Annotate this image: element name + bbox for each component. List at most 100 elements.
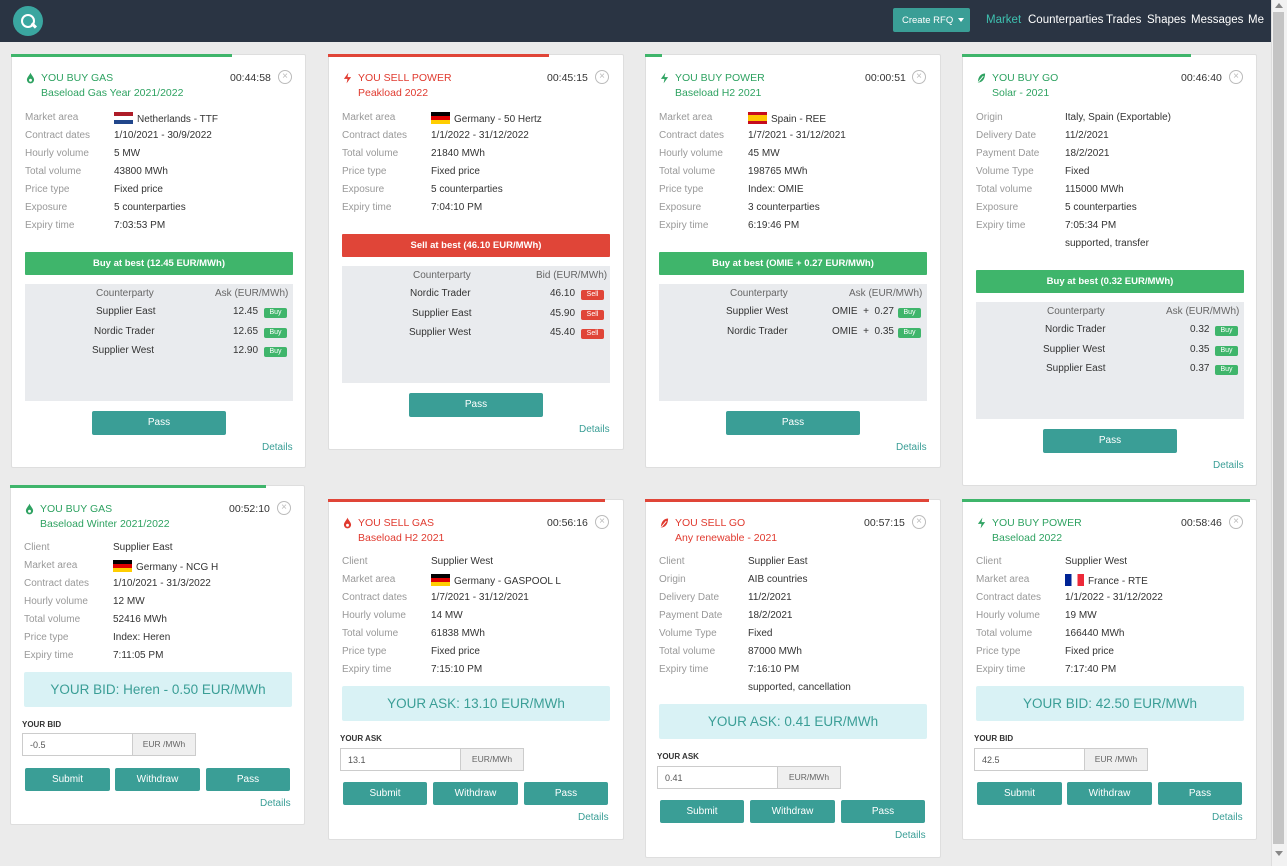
buy-badge-button[interactable]: Buy — [264, 347, 287, 357]
pass-button[interactable]: Pass — [1043, 429, 1177, 453]
buy-badge-button[interactable]: Buy — [264, 308, 287, 318]
close-icon[interactable]: × — [595, 515, 609, 529]
details-link[interactable]: Details — [896, 442, 927, 453]
info-value: 166440 MWh — [1065, 628, 1125, 639]
trade-side: YOU BUY GAS — [41, 72, 114, 84]
bid-input[interactable]: 42.5 — [974, 748, 1085, 771]
close-icon[interactable]: × — [912, 515, 926, 529]
info-value: 12 MW — [113, 596, 145, 607]
sell-badge-button[interactable]: Sell — [581, 310, 604, 320]
quote-price: 12.45 — [233, 306, 259, 317]
buy-at-best-button[interactable]: Buy at best (12.45 EUR/MWh) — [25, 252, 293, 275]
pass-button[interactable]: Pass — [524, 782, 608, 805]
buy-badge-button[interactable]: Buy — [264, 328, 287, 338]
ask-input[interactable]: 0.41 — [657, 766, 778, 789]
submit-button[interactable]: Submit — [25, 768, 110, 791]
info-label: Volume Type — [659, 628, 717, 639]
info-label: Price type — [976, 646, 1021, 657]
counterparty-name: Supplier West — [1043, 344, 1106, 355]
quote-price: 0.37 — [1190, 363, 1210, 374]
sell-badge-button[interactable]: Sell — [581, 290, 604, 300]
nav-counterparties[interactable]: Counterparties — [1028, 14, 1103, 26]
info-value: 1/7/2021 - 31/12/2021 — [431, 592, 529, 603]
info-label: Total volume — [24, 614, 81, 625]
info-value: 115000 MWh — [1065, 184, 1124, 195]
pass-button[interactable]: Pass — [1158, 782, 1242, 805]
info-label: Market area — [25, 112, 79, 123]
buy-badge-button[interactable]: Buy — [898, 308, 921, 318]
buy-badge-button[interactable]: Buy — [898, 328, 921, 338]
details-link[interactable]: Details — [260, 798, 291, 809]
time-progress-bar — [328, 54, 549, 57]
info-label: Total volume — [342, 628, 399, 639]
nav-trades[interactable]: Trades — [1106, 14, 1141, 26]
caret-down-icon — [958, 18, 965, 23]
countdown-timer: 00:57:15 — [864, 517, 905, 529]
close-icon[interactable]: × — [1229, 70, 1243, 84]
submit-button[interactable]: Submit — [977, 782, 1062, 805]
info-value: Spain - REE — [748, 112, 826, 125]
trade-side: YOU SELL GO — [675, 517, 746, 529]
info-value: Supplier East — [748, 556, 808, 567]
nav-market[interactable]: Market — [986, 14, 1021, 26]
column-header: Ask (EUR/MWh) — [849, 288, 923, 299]
info-value: 21840 MWh — [431, 148, 485, 159]
sell-at-best-button[interactable]: Sell at best (46.10 EUR/MWh) — [342, 234, 610, 257]
submit-button[interactable]: Submit — [343, 782, 427, 805]
pass-button[interactable]: Pass — [726, 411, 860, 435]
nav-shapes[interactable]: Shapes — [1147, 14, 1186, 26]
info-value: Supplier West — [431, 556, 494, 567]
bid-input[interactable]: -0.5 — [22, 733, 133, 756]
nav-messages[interactable]: Messages — [1191, 14, 1243, 26]
info-label: Expiry time — [25, 220, 75, 231]
countdown-timer: 00:46:40 — [1181, 72, 1222, 84]
withdraw-button[interactable]: Withdraw — [115, 768, 200, 791]
sell-badge-button[interactable]: Sell — [581, 329, 604, 339]
close-icon[interactable]: × — [1229, 515, 1243, 529]
close-icon[interactable]: × — [277, 501, 291, 515]
submit-button[interactable]: Submit — [660, 800, 744, 823]
close-icon[interactable]: × — [278, 70, 292, 84]
quote-price: 0.35 — [1190, 344, 1210, 355]
pass-button[interactable]: Pass — [409, 393, 543, 417]
ask-input[interactable]: 13.1 — [340, 748, 461, 771]
app-logo-icon[interactable] — [13, 6, 43, 36]
gas-flame-icon — [343, 517, 352, 529]
withdraw-button[interactable]: Withdraw — [1067, 782, 1152, 805]
pass-button[interactable]: Pass — [92, 411, 226, 435]
details-link[interactable]: Details — [578, 812, 609, 823]
info-value: 5 counterparties — [114, 202, 186, 213]
details-link[interactable]: Details — [1212, 812, 1243, 823]
info-value: 7:05:34 PM — [1065, 220, 1117, 231]
info-value: 52416 MWh — [113, 614, 167, 625]
info-label: Total volume — [659, 166, 716, 177]
details-link[interactable]: Details — [579, 424, 610, 435]
gas-flame-icon — [26, 72, 35, 84]
scroll-up-arrow-icon[interactable] — [1275, 3, 1283, 8]
details-link[interactable]: Details — [895, 830, 926, 841]
details-link[interactable]: Details — [262, 442, 293, 453]
info-value: 5 MW — [114, 148, 141, 159]
buy-badge-button[interactable]: Buy — [1215, 326, 1238, 336]
close-icon[interactable]: × — [912, 70, 926, 84]
pass-button[interactable]: Pass — [206, 768, 290, 791]
scrollbar-thumb[interactable] — [1273, 12, 1284, 844]
scroll-down-arrow-icon[interactable] — [1275, 851, 1283, 856]
info-label: Origin — [976, 112, 1003, 123]
withdraw-button[interactable]: Withdraw — [750, 800, 835, 823]
close-icon[interactable]: × — [595, 70, 609, 84]
nav-me[interactable]: Me — [1248, 14, 1264, 26]
market-area-value: Germany - GASPOOL L — [454, 576, 561, 587]
create-rfq-button[interactable]: Create RFQ — [893, 8, 970, 32]
withdraw-button[interactable]: Withdraw — [433, 782, 518, 805]
buy-badge-button[interactable]: Buy — [1215, 346, 1238, 356]
buy-badge-button[interactable]: Buy — [1215, 365, 1238, 375]
germany-flag-icon — [431, 574, 450, 586]
details-link[interactable]: Details — [1213, 460, 1244, 471]
leaf-icon — [660, 518, 669, 528]
buy-at-best-button[interactable]: Buy at best (OMIE + 0.27 EUR/MWh) — [659, 252, 927, 275]
trade-side: YOU BUY GAS — [40, 503, 113, 515]
pass-button[interactable]: Pass — [841, 800, 925, 823]
buy-at-best-button[interactable]: Buy at best (0.32 EUR/MWh) — [976, 270, 1244, 293]
info-value: Fixed price — [114, 184, 163, 195]
